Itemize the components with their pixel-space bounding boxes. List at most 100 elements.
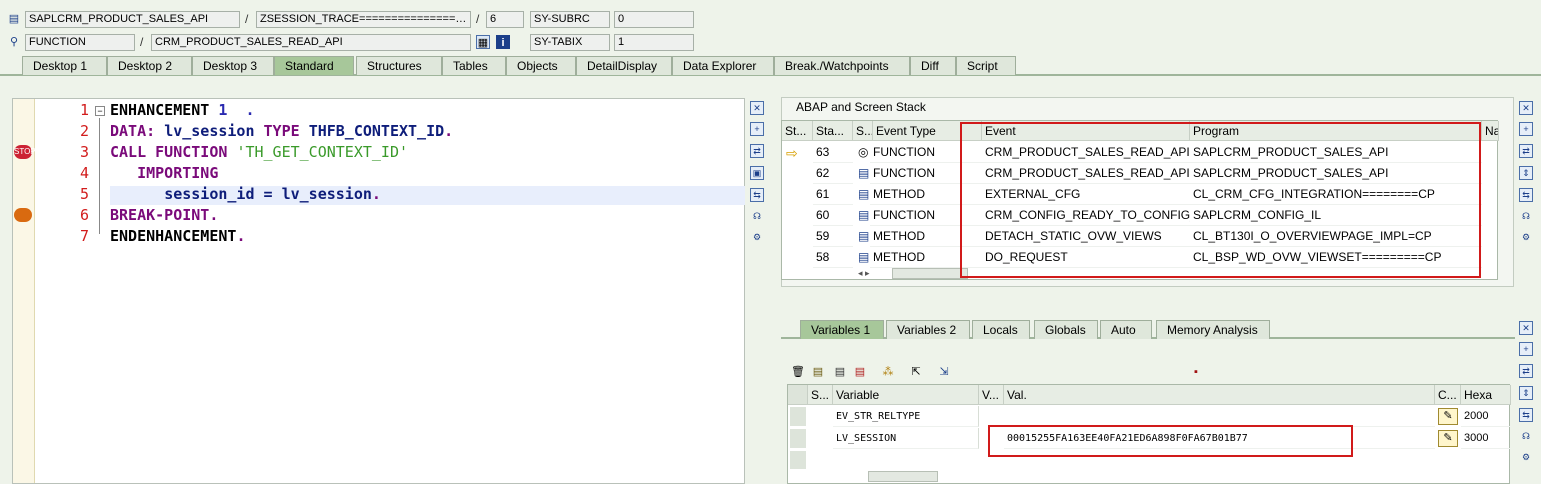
line-number: 1 xyxy=(79,101,89,119)
col-header[interactable]: C... xyxy=(1435,385,1461,405)
line-number: 5 xyxy=(79,185,89,203)
new-tool-icon[interactable]: + xyxy=(750,122,764,136)
tab-detaildisplay[interactable]: DetailDisplay xyxy=(576,56,672,75)
tab-variables-1[interactable]: Variables 1 xyxy=(800,320,884,339)
tab-desktop-1[interactable]: Desktop 1 xyxy=(22,56,107,75)
display-object-icon[interactable]: ▦ xyxy=(476,35,490,49)
insert-row-icon[interactable]: ▤ xyxy=(810,364,826,380)
tab-desktop-3[interactable]: Desktop 3 xyxy=(192,56,274,75)
tab-auto[interactable]: Auto xyxy=(1100,320,1152,339)
tab-globals[interactable]: Globals xyxy=(1034,320,1098,339)
delete-row-icon[interactable]: ▤ xyxy=(852,364,868,380)
row-selector[interactable] xyxy=(790,429,806,448)
services-icon[interactable]: ☊ xyxy=(1519,210,1533,224)
line-number: 2 xyxy=(79,122,89,140)
col-header[interactable]: Na xyxy=(1482,121,1499,141)
col-header[interactable]: Val. xyxy=(1004,385,1435,405)
tab-structures[interactable]: Structures xyxy=(356,56,442,75)
maximize-icon[interactable]: ⇕ xyxy=(1519,166,1533,180)
close-icon[interactable]: ✕ xyxy=(1519,101,1533,115)
replace-tool-icon[interactable]: ⇄ xyxy=(1519,144,1533,158)
highlight-box-stack xyxy=(960,122,1481,278)
info-icon[interactable]: i xyxy=(496,35,510,49)
full-screen-icon[interactable]: ▣ xyxy=(750,166,764,180)
fold-line xyxy=(99,118,100,234)
code-line-6: BREAK-POINT. xyxy=(110,206,219,224)
program-icon: ▤ xyxy=(8,13,20,25)
breakpoint-icon[interactable]: STOP xyxy=(14,145,36,159)
transfer-icon[interactable]: ⇱ xyxy=(908,364,924,380)
sysvar-field-2: SY-TABIX xyxy=(530,34,610,51)
services-icon[interactable]: ☊ xyxy=(750,210,764,224)
sysvar-field-1: SY-SUBRC xyxy=(530,11,610,28)
row-selector[interactable] xyxy=(790,407,806,426)
current-arrow-icon: ⇨ xyxy=(786,145,798,161)
maximize-icon[interactable]: ⇕ xyxy=(1519,386,1533,400)
col-header[interactable]: Variable xyxy=(833,385,979,405)
close-icon[interactable]: ✕ xyxy=(1519,321,1533,335)
source-editor[interactable]: STOP 1 2 3 4 5 6 7 − ENHANCEMENT 1 . DAT… xyxy=(12,98,745,484)
swap-icon[interactable]: ⇆ xyxy=(1519,188,1533,202)
new-tool-icon[interactable]: + xyxy=(1519,122,1533,136)
line-number: 6 xyxy=(79,206,89,224)
variable-value[interactable] xyxy=(1004,406,1435,427)
scrollbar-thumb[interactable] xyxy=(868,471,938,482)
slash: / xyxy=(140,35,144,49)
services-icon[interactable]: ☊ xyxy=(1519,430,1533,444)
program-field[interactable]: SAPLCRM_PRODUCT_SALES_API xyxy=(25,11,240,28)
method-icon: ▤ xyxy=(858,187,870,201)
variable-name[interactable]: LV_SESSION xyxy=(833,428,979,449)
edit-pencil-icon[interactable]: ✎ xyxy=(1438,408,1458,425)
stack-level: 58 xyxy=(813,247,853,268)
tab-data-explorer[interactable]: Data Explorer xyxy=(672,56,774,75)
load-icon[interactable]: ⇲ xyxy=(936,364,952,380)
type-field[interactable]: FUNCTION xyxy=(25,34,135,51)
tab-memory-analysis[interactable]: Memory Analysis xyxy=(1156,320,1270,339)
col-header[interactable]: S... xyxy=(808,385,833,405)
variable-name[interactable]: EV_STR_RELTYPE xyxy=(833,406,979,427)
replace-tool-icon[interactable]: ⇄ xyxy=(750,144,764,158)
stack-level: 61 xyxy=(813,184,853,205)
tab-locals[interactable]: Locals xyxy=(972,320,1030,339)
settings-icon[interactable]: ⚙ xyxy=(1519,451,1533,465)
col-header[interactable]: Sta... xyxy=(813,121,853,141)
swap-icon[interactable]: ⇆ xyxy=(1519,408,1533,422)
settings-icon[interactable]: ⚙ xyxy=(1519,231,1533,245)
tab-standard[interactable]: Standard xyxy=(274,56,354,75)
function-icon: ▤ xyxy=(858,166,870,180)
row-selector-header xyxy=(788,385,808,405)
col-header[interactable]: S... xyxy=(853,121,873,141)
line-number: 3 xyxy=(79,143,89,161)
scrollbar-thumb[interactable] xyxy=(892,268,968,279)
save-icon[interactable]: ▪ xyxy=(1188,364,1204,380)
edit-pencil-icon[interactable]: ✎ xyxy=(1438,430,1458,447)
row-selector[interactable] xyxy=(790,451,806,469)
structure-icon[interactable]: ⁂ xyxy=(880,364,896,380)
col-header[interactable]: Hexa xyxy=(1461,385,1511,405)
append-row-icon[interactable]: ▤ xyxy=(832,364,848,380)
close-icon[interactable]: ✕ xyxy=(750,101,764,115)
col-header[interactable]: St... xyxy=(782,121,813,141)
slash: / xyxy=(245,12,249,26)
function-name-field[interactable]: CRM_PRODUCT_SALES_READ_API xyxy=(151,34,471,51)
delete-icon[interactable]: 🗑 xyxy=(790,364,806,380)
include-field[interactable]: ZSESSION_TRACE===============… xyxy=(256,11,471,28)
col-header[interactable]: V... xyxy=(979,385,1004,405)
current-line-breakpoint-icon[interactable] xyxy=(14,208,32,222)
new-tool-icon[interactable]: + xyxy=(1519,342,1533,356)
tab-variables-2[interactable]: Variables 2 xyxy=(886,320,970,339)
swap-icon[interactable]: ⇆ xyxy=(750,188,764,202)
tab-break-watchpoints[interactable]: Break./Watchpoints xyxy=(774,56,910,75)
settings-icon[interactable]: ⚙ xyxy=(750,231,764,245)
vertical-scrollbar[interactable] xyxy=(1482,161,1498,261)
tab-script[interactable]: Script xyxy=(956,56,1016,75)
tab-objects[interactable]: Objects xyxy=(506,56,576,75)
line-field[interactable]: 6 xyxy=(486,11,524,28)
stack-level: 63 xyxy=(813,142,853,163)
tab-desktop-2[interactable]: Desktop 2 xyxy=(107,56,192,75)
tab-diff[interactable]: Diff xyxy=(910,56,956,75)
collapse-icon[interactable]: − xyxy=(95,106,105,116)
replace-tool-icon[interactable]: ⇄ xyxy=(1519,364,1533,378)
function-icon: ⚲ xyxy=(9,36,19,48)
tab-tables[interactable]: Tables xyxy=(442,56,506,75)
